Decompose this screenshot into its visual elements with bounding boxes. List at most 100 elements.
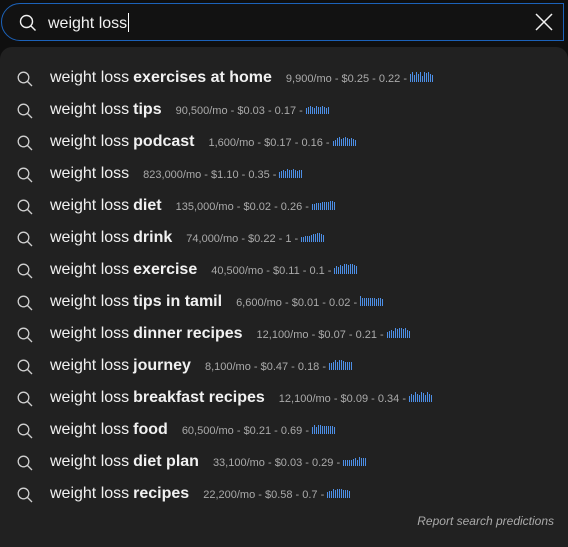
- suggestion-prefix: weight loss: [50, 485, 130, 502]
- trend-bar: [351, 460, 353, 466]
- trend-bar: [366, 298, 368, 306]
- trend-bar: [317, 203, 319, 210]
- trend-bar: [287, 169, 289, 178]
- close-icon[interactable]: [533, 11, 555, 33]
- trend-bar: [410, 394, 412, 402]
- suggestion-item[interactable]: weight loss dinner recipes 12,100/mo - $0.…: [0, 318, 568, 350]
- trend-bar: [400, 328, 402, 338]
- trend-bar: [338, 267, 340, 274]
- keyword-metrics: 1,600/mo - $0.17 - 0.16 -: [208, 137, 330, 149]
- trend-bar: [332, 426, 333, 434]
- trend-bar: [295, 170, 297, 178]
- suggestion-prefix: weight loss: [50, 261, 130, 278]
- trend-bar: [297, 171, 299, 178]
- suggestion-prefix: weight loss: [50, 357, 130, 374]
- suggestion-item[interactable]: weight loss podcast 1,600/mo - $0.17 - 0.1…: [0, 126, 568, 158]
- suggestion-item[interactable]: weight loss journey 8,100/mo - $0.47 - 0.1…: [0, 350, 568, 382]
- trend-bar: [350, 264, 352, 274]
- suggestion-suffix: tips: [133, 101, 162, 118]
- trend-bar: [368, 298, 370, 306]
- trend-bar: [398, 328, 400, 338]
- trend-bar: [328, 426, 329, 434]
- trend-bar: [421, 76, 423, 82]
- suggestion-suffix: diet: [133, 197, 162, 214]
- suggestion-suffix: exercises at home: [133, 69, 272, 86]
- trend-bar: [374, 298, 376, 306]
- trend-sparkline: [332, 136, 357, 146]
- suggestion-suffix: journey: [133, 357, 191, 374]
- trend-bar: [319, 233, 321, 242]
- keyword-metrics: 6,600/mo - $0.01 - 0.02 -: [236, 297, 358, 309]
- trend-bar: [363, 458, 365, 466]
- suggestion-item[interactable]: weight loss 823,000/mo - $1.10 - 0.35 -: [0, 158, 568, 190]
- search-icon: [17, 167, 33, 188]
- trend-sparkline: [312, 424, 336, 434]
- trend-bar: [329, 363, 331, 370]
- trend-bar: [353, 459, 355, 466]
- trend-bar: [370, 298, 372, 306]
- trend-bar: [390, 330, 392, 338]
- trend-bar: [303, 237, 305, 242]
- suggestion-item[interactable]: weight loss diet 135,000/mo - $0.02 - 0.26…: [0, 190, 568, 222]
- trend-bar: [324, 426, 325, 434]
- suggestion-item[interactable]: weight loss breakfast recipes 12,100/mo - …: [0, 382, 568, 414]
- trend-bar: [424, 395, 426, 402]
- trend-bar: [430, 395, 432, 402]
- trend-bar: [317, 107, 319, 114]
- search-icon: [19, 14, 37, 37]
- suggestion-item[interactable]: weight loss recipes 22,200/mo - $0.58 - 0.…: [0, 478, 568, 510]
- trend-sparkline: [360, 296, 384, 306]
- trend-bar: [333, 489, 335, 498]
- trend-sparkline: [329, 360, 353, 370]
- trend-bar: [329, 201, 331, 210]
- trend-bar: [320, 425, 321, 434]
- trend-bar: [408, 396, 410, 402]
- trend-bar: [429, 74, 431, 82]
- search-icon: [17, 135, 33, 156]
- suggestion-prefix: weight loss: [50, 165, 130, 182]
- trend-bar: [349, 362, 351, 370]
- trend-bar: [311, 107, 313, 114]
- suggestion-suffix: food: [133, 421, 168, 438]
- trend-bar: [313, 108, 315, 114]
- trend-bar: [330, 426, 331, 434]
- trend-bar: [285, 171, 287, 178]
- trend-bar: [301, 170, 303, 178]
- trend-sparkline: [343, 456, 367, 466]
- suggestion-item[interactable]: weight loss drink 74,000/mo - $0.22 - 1 -: [0, 222, 568, 254]
- trend-bar: [339, 360, 341, 370]
- suggestion-item[interactable]: weight loss tips in tamil 6,600/mo - $0.01…: [0, 286, 568, 318]
- trend-bar: [347, 362, 349, 370]
- suggestion-suffix: recipes: [133, 485, 190, 502]
- suggestion-suffix: breakfast recipes: [133, 389, 265, 406]
- trend-bar: [344, 264, 346, 274]
- suggestion-item[interactable]: weight loss exercises at home 9,900/mo - $…: [0, 62, 568, 94]
- trend-bar: [321, 202, 323, 210]
- trend-bar: [333, 202, 335, 210]
- trend-bar: [422, 393, 424, 402]
- keyword-metrics: 8,100/mo - $0.47 - 0.18 -: [204, 361, 327, 373]
- trend-bar: [327, 202, 329, 210]
- suggestion-prefix: weight loss: [50, 69, 130, 86]
- trend-bar: [307, 236, 309, 242]
- keyword-metrics: 12,100/mo - $0.09 - 0.34 -: [278, 393, 406, 405]
- keyword-metrics: 12,100/mo - $0.07 - 0.21 -: [256, 329, 384, 341]
- search-box[interactable]: weight loss: [1, 3, 564, 41]
- trend-bar: [322, 426, 323, 434]
- suggestion-item[interactable]: weight loss exercise 40,500/mo - $0.11 - 0…: [0, 254, 568, 286]
- suggestion-suffix: exercise: [133, 261, 198, 278]
- suggestion-item[interactable]: weight loss tips 90,500/mo - $0.03 - 0.17 …: [0, 94, 568, 126]
- trend-bar: [319, 203, 321, 210]
- trend-bar: [417, 74, 419, 82]
- trend-bar: [423, 72, 425, 82]
- trend-bar: [394, 328, 396, 338]
- suggestion-item[interactable]: weight loss food 60,500/mo - $0.21 - 0.69 …: [0, 414, 568, 446]
- trend-bar: [409, 74, 411, 82]
- search-icon: [17, 359, 33, 380]
- report-search-predictions-link[interactable]: Report search predictions: [417, 514, 554, 528]
- suggestion-item[interactable]: weight loss diet plan 33,100/mo - $0.03 - …: [0, 446, 568, 478]
- trend-bar: [289, 170, 291, 178]
- trend-bar: [388, 331, 390, 338]
- trend-bar: [337, 362, 339, 370]
- search-input[interactable]: weight loss: [48, 13, 130, 33]
